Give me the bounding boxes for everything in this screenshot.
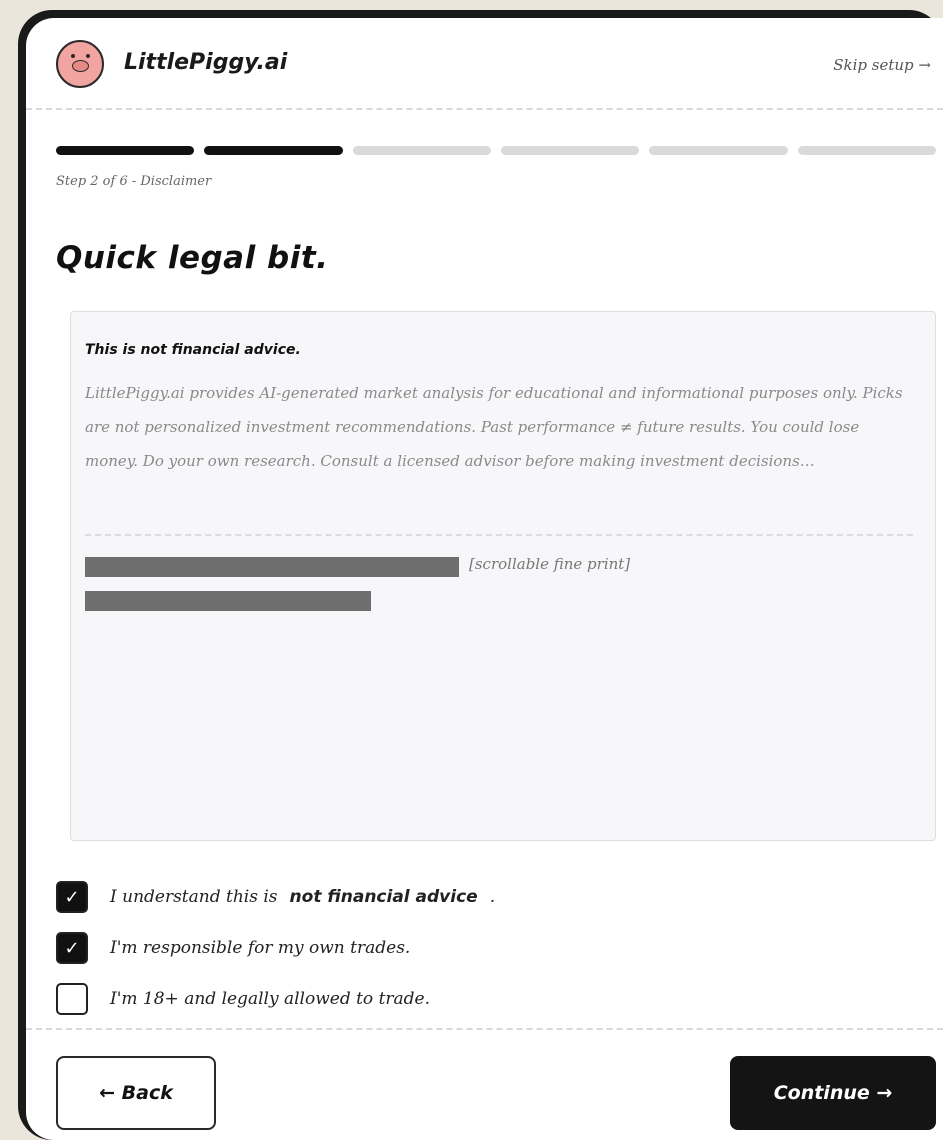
fine-print-note: [scrollable fine print] (469, 555, 631, 573)
agreement-row-responsibility[interactable]: ✓ I'm responsible for my own trades. (56, 931, 410, 965)
progress-segment (56, 146, 195, 155)
progress-segment (500, 146, 640, 155)
progress-segment (352, 146, 491, 155)
back-button[interactable]: ← Back (56, 1056, 216, 1130)
pig-logo-icon (56, 40, 104, 88)
footer-divider (26, 1028, 943, 1030)
progress-segment (204, 146, 343, 155)
step-label: Step 2 of 6 - Disclaimer (56, 174, 212, 189)
agreement-checkbox[interactable] (56, 983, 88, 1015)
agreement-row-age[interactable]: I'm 18+ and legally allowed to trade. (56, 982, 430, 1016)
checkmark-icon: ✓ (64, 937, 80, 959)
legal-disclaimer-box[interactable]: This is not financial advice. LittlePigg… (70, 311, 936, 841)
redacted-fine-print-line (85, 591, 371, 611)
header: LittlePiggy.ai Skip setup → (26, 18, 943, 110)
onboarding-screen: LittlePiggy.ai Skip setup → Step 2 of 6 … (26, 18, 943, 1140)
checkmark-icon: ✓ (64, 886, 80, 908)
agreement-label: I'm 18+ and legally allowed to trade. (110, 989, 431, 1009)
agreement-label: I understand this is not financial advice… (110, 887, 496, 907)
progress-bar (56, 146, 936, 155)
page-title: Quick legal bit. (56, 240, 329, 276)
agreement-checkbox[interactable]: ✓ (56, 881, 88, 913)
continue-button[interactable]: Continue → (730, 1056, 936, 1130)
legal-heading: This is not financial advice. (85, 342, 301, 358)
agreement-label: I'm responsible for my own trades. (110, 938, 411, 958)
brand-name: LittlePiggy.ai (124, 50, 288, 75)
skip-setup-link[interactable]: Skip setup → (833, 56, 931, 74)
legal-divider (85, 534, 913, 536)
legal-body-text: LittlePiggy.ai provides AI-generated mar… (85, 384, 903, 470)
progress-segment (649, 146, 788, 155)
agreement-row-not-advice[interactable]: ✓ I understand this is not financial advi… (56, 880, 495, 914)
agreement-checkbox[interactable]: ✓ (56, 932, 88, 964)
progress-segment (797, 146, 936, 155)
device-frame: LittlePiggy.ai Skip setup → Step 2 of 6 … (18, 10, 943, 1140)
redacted-fine-print-line (85, 557, 459, 577)
